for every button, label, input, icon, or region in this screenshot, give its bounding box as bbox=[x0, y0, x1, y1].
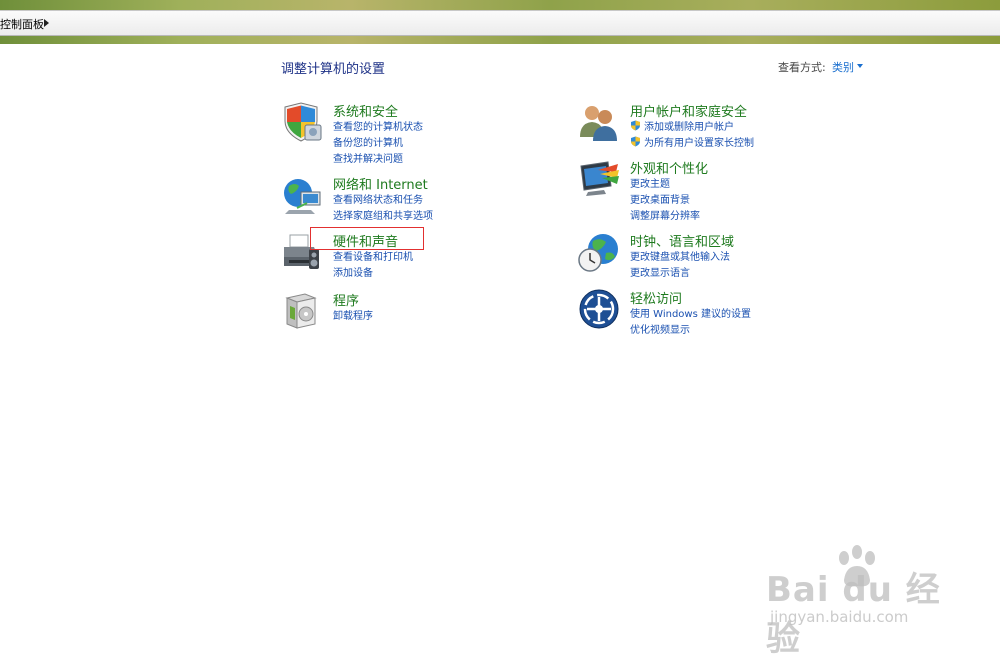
view-by-label: 查看方式: bbox=[778, 61, 826, 74]
network-globe-icon[interactable] bbox=[281, 174, 323, 216]
programs-box-icon[interactable] bbox=[281, 290, 323, 332]
link-add-remove-accounts[interactable]: 添加或删除用户帐户 bbox=[630, 120, 754, 136]
uac-shield-icon bbox=[631, 120, 640, 131]
users-icon[interactable] bbox=[578, 101, 620, 143]
category-title-clock-language-region[interactable]: 时钟、语言和区域 bbox=[630, 231, 734, 250]
link-view-devices-printers[interactable]: 查看设备和打印机 bbox=[333, 250, 413, 266]
link-change-display-language[interactable]: 更改显示语言 bbox=[630, 266, 730, 282]
link-add-remove-accounts-label: 添加或删除用户帐户 bbox=[644, 122, 734, 133]
view-by-dropdown[interactable]: 类别 bbox=[832, 59, 854, 75]
page-title: 调整计算机的设置 bbox=[281, 62, 386, 77]
control-panel-content: 调整计算机的设置 查看方式: 类别 系统和安全 查看您的计算机状态 备份您的计算… bbox=[0, 44, 1000, 659]
link-parental-controls-label: 为所有用户设置家长控制 bbox=[644, 138, 754, 149]
link-change-theme[interactable]: 更改主题 bbox=[630, 177, 700, 193]
address-bar[interactable]: 控制面板 bbox=[0, 10, 1000, 36]
category-title-user-accounts[interactable]: 用户帐户和家庭安全 bbox=[630, 101, 747, 120]
baidu-watermark: Bai du 经验 jingyan.baidu.com bbox=[766, 544, 966, 659]
clock-globe-icon[interactable] bbox=[578, 231, 620, 273]
link-uninstall-program[interactable]: 卸载程序 bbox=[333, 309, 373, 325]
link-add-device[interactable]: 添加设备 bbox=[333, 266, 413, 282]
link-windows-suggested-settings[interactable]: 使用 Windows 建议的设置 bbox=[630, 307, 751, 323]
watermark-url: jingyan.baidu.com bbox=[770, 608, 909, 626]
link-view-computer-status[interactable]: 查看您的计算机状态 bbox=[333, 120, 423, 136]
category-title-network-internet[interactable]: 网络和 Internet bbox=[333, 174, 428, 193]
annotation-highlight-box bbox=[310, 227, 424, 250]
category-title-appearance[interactable]: 外观和个性化 bbox=[630, 158, 708, 177]
category-title-ease-of-access[interactable]: 轻松访问 bbox=[630, 288, 682, 307]
category-title-programs[interactable]: 程序 bbox=[333, 290, 359, 309]
link-troubleshoot[interactable]: 查找并解决问题 bbox=[333, 152, 423, 168]
appearance-monitor-icon[interactable] bbox=[578, 158, 620, 200]
shield-security-icon[interactable] bbox=[281, 101, 323, 143]
dropdown-caret-icon[interactable] bbox=[857, 64, 863, 68]
link-adjust-resolution[interactable]: 调整屏幕分辨率 bbox=[630, 209, 700, 225]
link-parental-controls[interactable]: 为所有用户设置家长控制 bbox=[630, 136, 754, 152]
link-homegroup-sharing[interactable]: 选择家庭组和共享选项 bbox=[333, 209, 433, 225]
breadcrumb-control-panel[interactable]: 控制面板 bbox=[0, 16, 44, 32]
link-change-keyboard-input[interactable]: 更改键盘或其他输入法 bbox=[630, 250, 730, 266]
category-title-system-security[interactable]: 系统和安全 bbox=[333, 101, 398, 120]
link-change-desktop-background[interactable]: 更改桌面背景 bbox=[630, 193, 700, 209]
breadcrumb-arrow-icon[interactable] bbox=[44, 19, 49, 27]
link-backup-computer[interactable]: 备份您的计算机 bbox=[333, 136, 423, 152]
link-view-network-status[interactable]: 查看网络状态和任务 bbox=[333, 193, 433, 209]
link-optimize-visual-display[interactable]: 优化视频显示 bbox=[630, 323, 751, 339]
uac-shield-icon bbox=[631, 136, 640, 147]
ease-of-access-icon[interactable] bbox=[578, 288, 620, 330]
